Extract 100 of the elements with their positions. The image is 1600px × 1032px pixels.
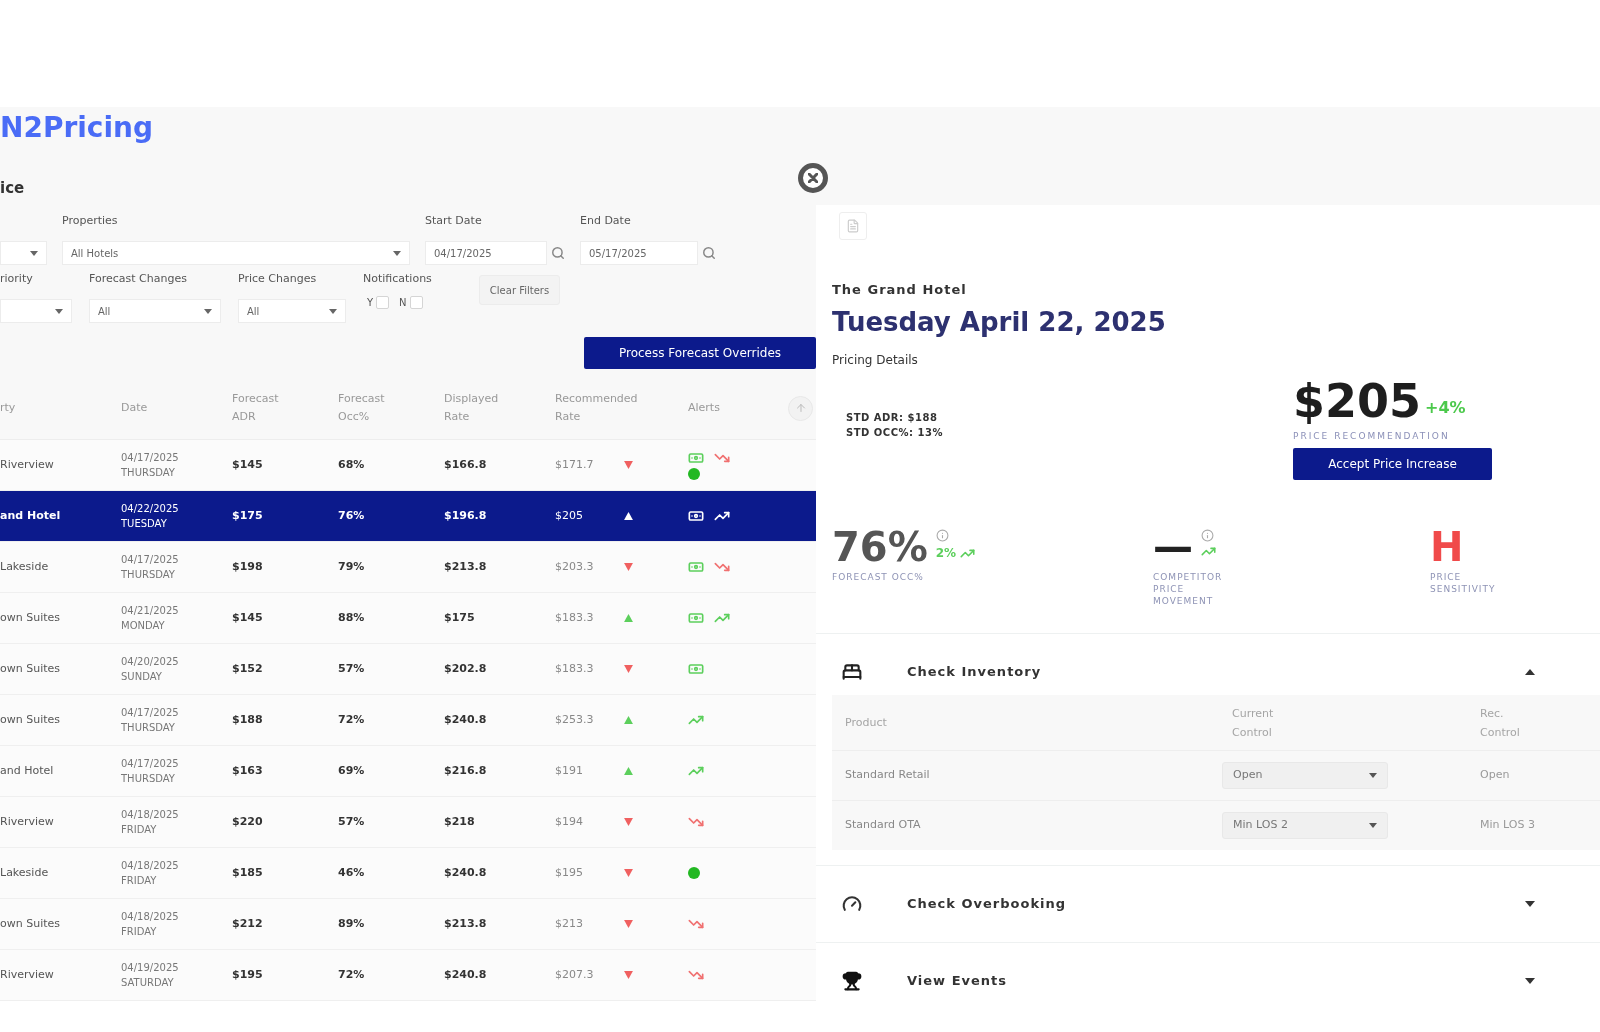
bed-icon	[842, 662, 862, 682]
table-cell-text: $213	[555, 915, 584, 932]
recommended-price: $205	[1293, 376, 1422, 426]
date-cell-text: 04/19/2025 SATURDAY	[121, 961, 180, 990]
table-cell-text: 89%	[338, 915, 366, 932]
search-icon[interactable]	[551, 246, 565, 260]
table-cell-text: 57%	[338, 813, 366, 830]
table-cell-text: Lakeside	[0, 558, 50, 575]
table-cell-text: own Suites	[0, 711, 62, 728]
table-cell-text: Open	[1480, 767, 1511, 784]
select-field[interactable]: Open	[1222, 762, 1388, 789]
table-cell-text: $240.8	[444, 711, 488, 728]
table-cell-text: $202.8	[444, 660, 488, 677]
section-title[interactable]: View Events	[907, 971, 1008, 991]
stat-text: STD OCC%: 13%	[846, 426, 943, 440]
checkbox[interactable]	[376, 296, 390, 309]
table-cell-text: $196.8	[444, 507, 488, 524]
select-field[interactable]: All	[89, 299, 221, 323]
document-icon	[846, 219, 860, 233]
metric-label: COMPETITOR PRICE MOVEMENT	[1153, 571, 1224, 607]
caret-down-icon	[393, 250, 401, 256]
select-field[interactable]: Min LOS 2	[1222, 812, 1388, 839]
metric-label: FORECAST OCC%	[832, 571, 924, 583]
table-cell-text: $183.3	[555, 660, 595, 677]
checkbox[interactable]	[409, 296, 423, 309]
clear-filters-button[interactable]: Clear Filters	[478, 275, 561, 305]
table-cell-text: $207.3	[555, 966, 595, 983]
table-cell-text: $188	[232, 711, 264, 728]
date-heading: Tuesday April 22, 2025	[832, 306, 1167, 338]
table-cell-text: and Hotel	[0, 762, 55, 779]
banknote-icon	[688, 450, 704, 466]
table-cell-text: $185	[232, 864, 264, 881]
dot-icon	[688, 468, 700, 480]
column-header: Date	[121, 400, 149, 416]
select-field[interactable]	[0, 241, 47, 265]
banknote-icon	[688, 508, 704, 524]
caret-down-icon	[30, 250, 38, 256]
table-cell-text: $171.7	[555, 456, 595, 473]
select-field[interactable]	[0, 299, 72, 323]
process-overrides-button[interactable]: Process Forecast Overrides	[584, 337, 816, 369]
metric-change: 2%	[935, 545, 957, 562]
table-cell-text: $220	[232, 813, 264, 830]
date-cell-text: 04/17/2025 THURSDAY	[121, 451, 180, 480]
table-cell-text: $195	[555, 864, 584, 881]
table-cell-text: $240.8	[444, 966, 488, 983]
stat-text: STD ADR: $188	[846, 411, 938, 425]
table-cell-text: Min LOS 3	[1480, 817, 1536, 834]
accept-price-button[interactable]: Accept Price Increase	[1293, 448, 1492, 480]
table-cell-text: $218	[444, 813, 476, 830]
search-icon[interactable]	[702, 246, 716, 260]
price-caption: PRICE RECOMMENDATION	[1293, 430, 1450, 442]
date-cell-text: 04/20/2025 SUNDAY	[121, 655, 180, 684]
section-title[interactable]: Check Inventory	[907, 662, 1042, 682]
table-cell-text: $175	[232, 507, 264, 524]
table-cell-text: $152	[232, 660, 264, 677]
info-icon[interactable]	[1201, 529, 1214, 542]
caret-down-icon	[329, 308, 337, 314]
column-header: Current Control	[1232, 705, 1275, 741]
scroll-up-button[interactable]	[788, 395, 813, 421]
table-cell-text: Lakeside	[0, 864, 50, 881]
table-cell-text: Riverview	[0, 456, 55, 473]
field-label: Price Changes	[238, 271, 318, 287]
table-cell-text: 88%	[338, 609, 366, 626]
hotel-name: The Grand Hotel	[832, 281, 968, 299]
field-label: Start Date	[425, 213, 483, 229]
info-icon[interactable]	[935, 529, 949, 542]
table-cell-text: $145	[232, 456, 264, 473]
table-cell-text: $191	[555, 762, 584, 779]
date-cell-text: 04/18/2025 FRIDAY	[121, 859, 180, 888]
column-header: Displayed Rate	[444, 391, 500, 425]
table-cell-text: 57%	[338, 660, 366, 677]
up-arrow-icon	[794, 402, 807, 414]
trophy-icon	[842, 971, 862, 991]
column-header: rty	[0, 400, 17, 416]
table-cell-text: Riverview	[0, 813, 55, 830]
metric-value: 76%	[832, 525, 928, 569]
section-heading: Pricing Details	[832, 352, 919, 369]
table-cell-text: $213.8	[444, 915, 488, 932]
table-cell-text: 69%	[338, 762, 366, 779]
close-icon	[808, 173, 818, 183]
field-label: Notifications	[363, 271, 432, 287]
table-row[interactable]: and Hotel 04/22/2025 TUESDAY $175 76% $196.8 $205	[0, 491, 816, 542]
section-title[interactable]: Check Overbooking	[907, 894, 1067, 914]
date-field[interactable]: 05/17/2025	[580, 241, 698, 265]
banknote-icon	[688, 610, 704, 626]
gauge-icon	[842, 894, 862, 914]
select-field[interactable]: All	[238, 299, 346, 323]
date-cell-text: 04/17/2025 THURSDAY	[121, 706, 180, 735]
date-field[interactable]: 04/17/2025	[425, 241, 547, 265]
metric-value: H	[1430, 525, 1465, 569]
document-button[interactable]	[839, 212, 867, 240]
date-cell-text: 04/18/2025 FRIDAY	[121, 910, 180, 939]
table-cell-text: Standard Retail	[845, 767, 931, 784]
table-cell-text: $145	[232, 609, 264, 626]
banknote-icon	[688, 559, 704, 575]
select-field[interactable]: All Hotels	[62, 241, 410, 265]
page-title: ice	[0, 178, 26, 198]
date-cell-text: 04/17/2025 THURSDAY	[121, 757, 180, 786]
field-label: riority	[0, 271, 34, 287]
table-cell-text: $253.3	[555, 711, 595, 728]
